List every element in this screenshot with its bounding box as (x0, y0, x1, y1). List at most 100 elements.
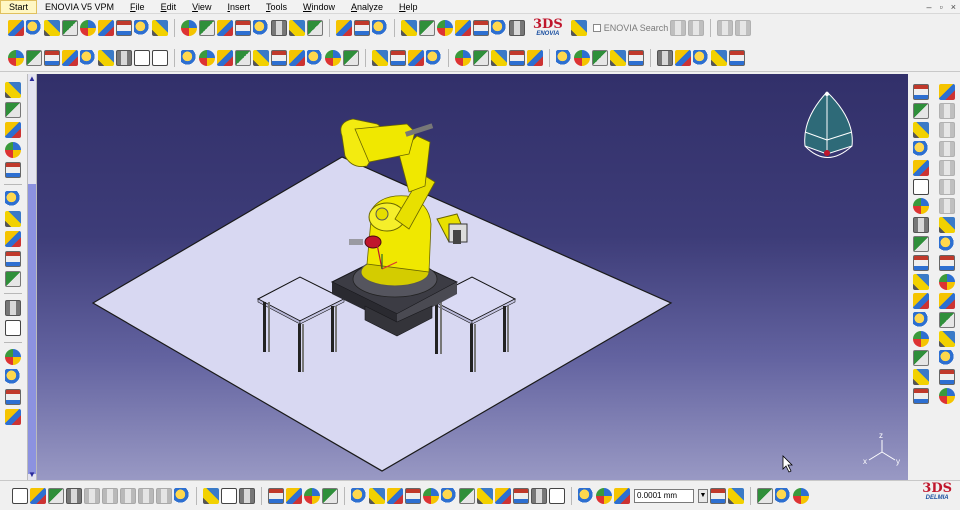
select-icon[interactable] (5, 82, 21, 98)
process-library-icon[interactable] (775, 487, 791, 504)
fly-mode-icon[interactable] (351, 487, 367, 504)
rotate-view-icon[interactable] (405, 487, 421, 504)
move-icon[interactable] (401, 20, 417, 36)
path-icon[interactable] (116, 20, 132, 36)
enovia-connect-icon[interactable] (570, 20, 587, 36)
red-marker-icon[interactable] (939, 255, 955, 271)
filter-icon[interactable] (729, 49, 745, 66)
trajectory-icon[interactable] (217, 49, 233, 66)
shading-icon[interactable] (513, 487, 529, 504)
device-icon[interactable] (152, 20, 168, 36)
units-input[interactable]: 0.0001 mm (634, 488, 694, 503)
pattern-icon[interactable] (939, 350, 955, 366)
teach-pendant-icon[interactable] (199, 49, 215, 66)
distance-icon[interactable] (473, 49, 489, 66)
units-dropdown-icon[interactable]: ▼ (698, 488, 708, 503)
sequence-icon[interactable] (322, 487, 338, 504)
points-icon[interactable] (5, 191, 21, 207)
menu-enovia-vpm[interactable]: ENOVIA V5 VPM (37, 0, 122, 14)
swap-icon[interactable] (913, 141, 929, 157)
enovia-search-checkbox[interactable] (592, 24, 601, 32)
nodes-icon[interactable] (5, 409, 21, 425)
measure-tool-icon[interactable] (614, 487, 630, 504)
explode-icon[interactable] (628, 49, 644, 66)
group-icon[interactable] (913, 103, 929, 119)
manipulate-icon[interactable] (437, 20, 453, 36)
hierarchy-icon[interactable] (913, 122, 929, 138)
compass-tool-icon[interactable] (419, 20, 435, 36)
menu-file[interactable]: File (122, 0, 153, 14)
spray-icon[interactable] (253, 49, 269, 66)
chain-icon[interactable] (5, 211, 21, 227)
menu-edit[interactable]: Edit (153, 0, 185, 14)
calendar-icon[interactable] (307, 20, 323, 36)
download-icon[interactable] (455, 20, 471, 36)
text-tool-icon[interactable] (939, 293, 955, 309)
machine-icon[interactable] (253, 20, 269, 36)
page-icon[interactable] (913, 179, 929, 195)
jog-icon[interactable] (98, 20, 114, 36)
lock-icon[interactable] (556, 49, 572, 66)
display-icon[interactable] (913, 312, 929, 328)
flag-icon[interactable] (5, 389, 21, 405)
tools-library-icon[interactable] (793, 487, 809, 504)
product-icon[interactable] (217, 20, 233, 36)
settings-icon[interactable] (5, 271, 21, 287)
tool-frame-icon[interactable] (336, 20, 352, 36)
snap-axis-icon[interactable] (408, 49, 424, 66)
palette-icon[interactable] (5, 231, 21, 247)
assembly-icon[interactable] (473, 20, 489, 36)
swap-space-icon[interactable] (549, 487, 565, 504)
annotation-icon[interactable] (939, 312, 955, 328)
snap-grid-icon[interactable] (578, 487, 594, 504)
program-icon[interactable] (235, 49, 251, 66)
pick-icon[interactable] (62, 49, 78, 66)
rotate-icon[interactable] (913, 388, 929, 404)
list-icon[interactable] (5, 122, 21, 138)
whats-this-icon[interactable] (174, 487, 190, 504)
sectioning-icon[interactable] (491, 49, 507, 66)
compass-reset-icon[interactable] (304, 487, 320, 504)
tangent-icon[interactable] (939, 274, 955, 290)
teach-icon[interactable] (62, 20, 78, 36)
clash-icon[interactable] (455, 49, 471, 66)
document-icon[interactable] (5, 320, 21, 336)
paste-shape-icon[interactable] (152, 49, 168, 66)
sphere-icon[interactable] (325, 49, 341, 66)
connect-icon[interactable] (592, 49, 608, 66)
layout-icon[interactable] (271, 20, 287, 36)
update-icon[interactable] (610, 49, 626, 66)
copy-shape-icon[interactable] (134, 49, 150, 66)
catalog-icon[interactable] (181, 20, 197, 36)
close-button[interactable]: × (951, 2, 956, 12)
menu-start[interactable]: Start (0, 0, 38, 14)
feature-icon[interactable] (939, 331, 955, 347)
delete-icon[interactable] (913, 84, 929, 100)
robot-settings-icon[interactable] (711, 49, 727, 66)
robot-arm-icon[interactable] (913, 274, 929, 290)
stairs-icon[interactable] (939, 388, 955, 404)
minimize-button[interactable]: – (927, 2, 932, 12)
sketch-tool-icon[interactable] (8, 20, 24, 36)
arrange-icon[interactable] (372, 49, 388, 66)
zoom-out-icon[interactable] (441, 487, 457, 504)
wrench-icon[interactable] (913, 369, 929, 385)
robot-icon[interactable] (181, 49, 197, 66)
camera-icon[interactable] (913, 255, 929, 271)
lock-units-icon[interactable] (710, 487, 726, 504)
align-icon[interactable] (390, 49, 406, 66)
stack-icon[interactable] (913, 236, 929, 252)
ladder-icon[interactable] (913, 217, 929, 233)
navigation-compass[interactable] (804, 91, 853, 158)
hide-show-icon[interactable] (531, 487, 547, 504)
track-icon[interactable] (913, 350, 929, 366)
library-icon[interactable] (757, 487, 773, 504)
menu-tools[interactable]: Tools (258, 0, 295, 14)
zone-icon[interactable] (343, 49, 359, 66)
spreadsheet-icon[interactable] (268, 487, 284, 504)
menu-help[interactable]: Help (391, 0, 426, 14)
activity-icon[interactable] (26, 49, 42, 66)
attach-icon[interactable] (426, 49, 442, 66)
3d-viewport[interactable]: z x y (37, 74, 908, 480)
link-icon[interactable] (574, 49, 590, 66)
